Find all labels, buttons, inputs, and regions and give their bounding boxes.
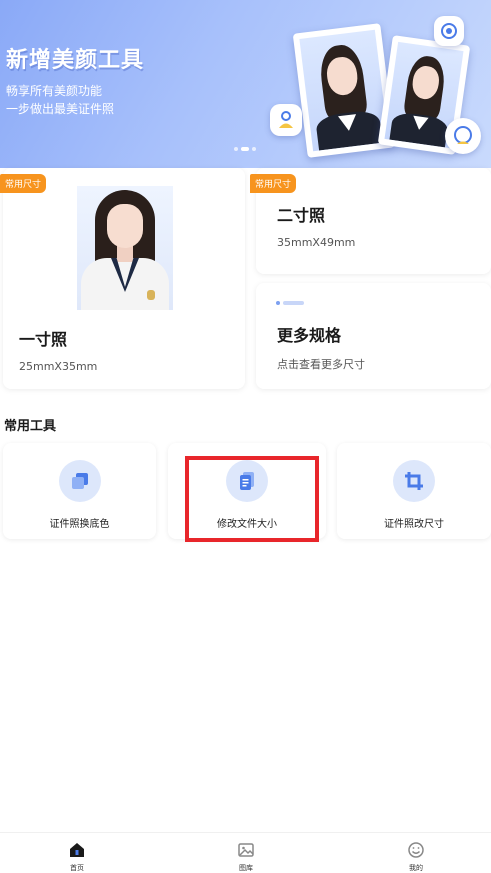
size-title: 二寸照 (277, 206, 326, 225)
banner-title: 新增美颜工具 (6, 48, 145, 73)
layers-icon (58, 460, 101, 502)
highlight-box (185, 456, 319, 542)
nav-label: 首页 (70, 864, 84, 872)
nav-gallery[interactable]: 图库 (216, 841, 276, 873)
person-icon (270, 104, 302, 136)
tools-section-title: 常用工具 (4, 419, 57, 434)
common-size-tag: 常用尺寸 (0, 174, 47, 193)
bottom-nav: 首页 图库 我的 (0, 832, 491, 873)
crop-icon (393, 460, 435, 502)
size-title: 一寸照 (19, 330, 68, 349)
size-dimensions: 点击查看更多尺寸 (277, 358, 365, 371)
size-dimensions: 25mmX35mm (19, 360, 98, 373)
tool-label: 证件照改尺寸 (384, 519, 444, 530)
tool-label: 证件照换底色 (49, 519, 110, 530)
size-card-one-inch[interactable]: 常用尺寸 一寸照 25mmX35mm (0, 168, 245, 389)
nav-label: 我的 (409, 864, 423, 872)
home-icon (70, 843, 84, 857)
page-dot (234, 147, 238, 151)
size-card-two-inch[interactable]: 常用尺寸 二寸照 35mmX49mm (250, 168, 491, 274)
banner-subtitle-2: 一步做出最美证件照 (6, 102, 115, 116)
banner-page-indicator (234, 147, 256, 151)
sample-portrait (77, 186, 173, 310)
size-card-more[interactable]: 更多规格 点击查看更多尺寸 (256, 283, 491, 389)
size-title: 更多规格 (277, 326, 342, 345)
nav-label: 图库 (239, 864, 253, 872)
tool-change-background[interactable]: 证件照换底色 (3, 443, 156, 539)
common-size-tag: 常用尺寸 (250, 174, 297, 193)
camera-lens-icon (434, 16, 464, 46)
tool-change-photo-size[interactable]: 证件照改尺寸 (337, 443, 491, 539)
smile-icon (408, 842, 424, 858)
image-icon (238, 843, 254, 857)
banner-subtitle-1: 畅享所有美颜功能 (6, 84, 103, 98)
page-dot-active (241, 147, 249, 151)
nav-mine[interactable]: 我的 (386, 841, 446, 873)
page-dot (252, 147, 256, 151)
size-dimensions: 35mmX49mm (277, 236, 356, 249)
promo-banner[interactable]: 新增美颜工具 畅享所有美颜功能 一步做出最美证件照 (0, 0, 491, 168)
decoration-line (276, 301, 304, 305)
nav-home[interactable]: 首页 (47, 841, 107, 873)
beauty-icon (445, 118, 481, 154)
